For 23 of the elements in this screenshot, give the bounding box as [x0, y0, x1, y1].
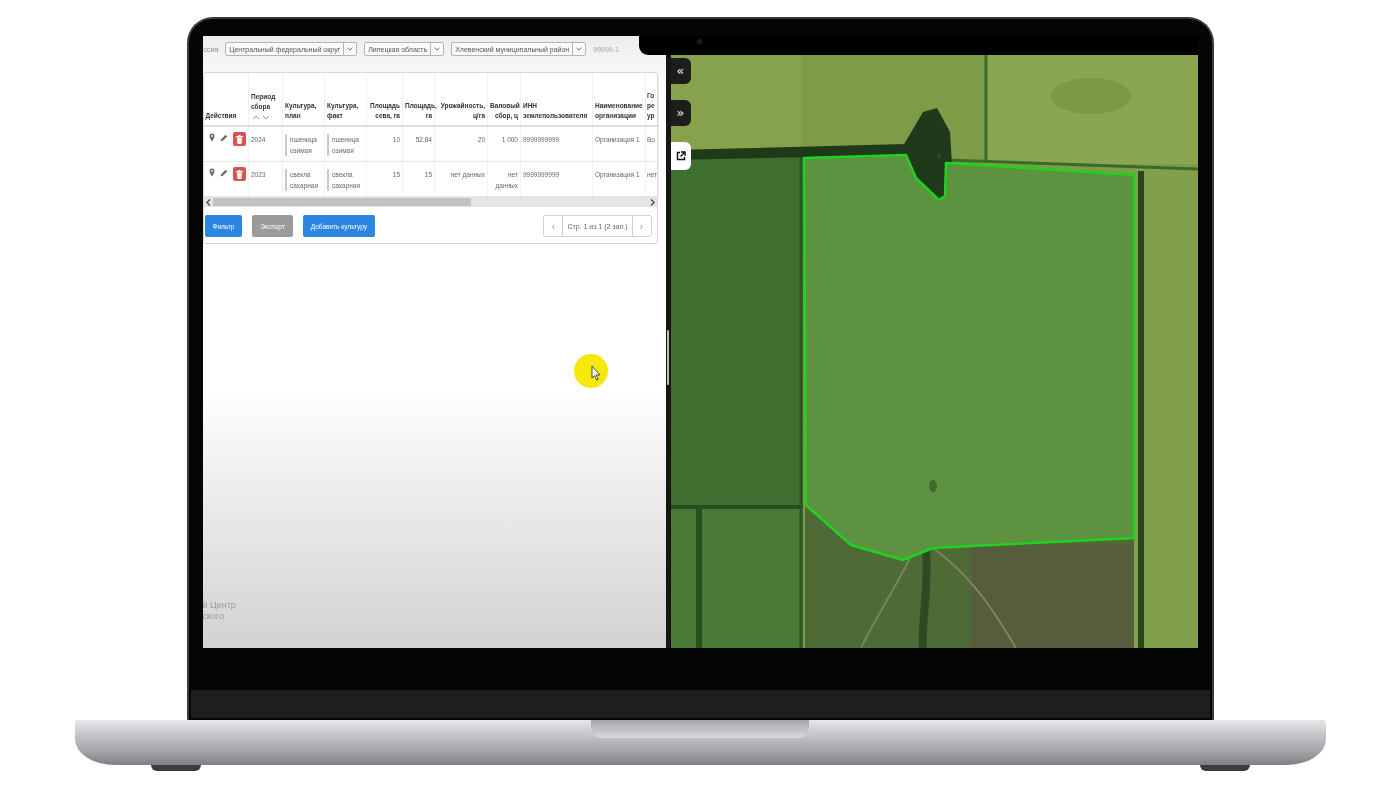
pencil-icon[interactable] [219, 169, 228, 177]
external-link-icon [675, 151, 686, 161]
panel-splitter[interactable] [665, 55, 671, 648]
scroll-right-icon[interactable] [649, 198, 655, 206]
pencil-icon[interactable] [219, 134, 228, 142]
chevron-down-icon [576, 47, 583, 51]
map-pin-icon[interactable] [208, 133, 215, 142]
chevron-down-icon [434, 47, 441, 51]
footer-text: й Центр [202, 600, 236, 611]
delete-button[interactable] [232, 167, 246, 181]
scrollbar-thumb[interactable] [212, 198, 471, 206]
satellite-map-drawing[interactable] [670, 55, 1198, 648]
delete-button[interactable] [232, 132, 246, 146]
map-pin-icon[interactable] [208, 168, 215, 177]
scroll-left-icon[interactable] [205, 198, 211, 206]
trash-icon [235, 169, 243, 179]
mouse-pointer-icon [573, 354, 608, 388]
chevron-down-icon [347, 47, 354, 51]
laptop-foot [150, 765, 201, 771]
sort-arrows-icon[interactable] [251, 114, 271, 121]
trash-icon [235, 134, 243, 144]
field-boundary[interactable] [802, 153, 1135, 562]
laptop-foot [1199, 765, 1250, 771]
